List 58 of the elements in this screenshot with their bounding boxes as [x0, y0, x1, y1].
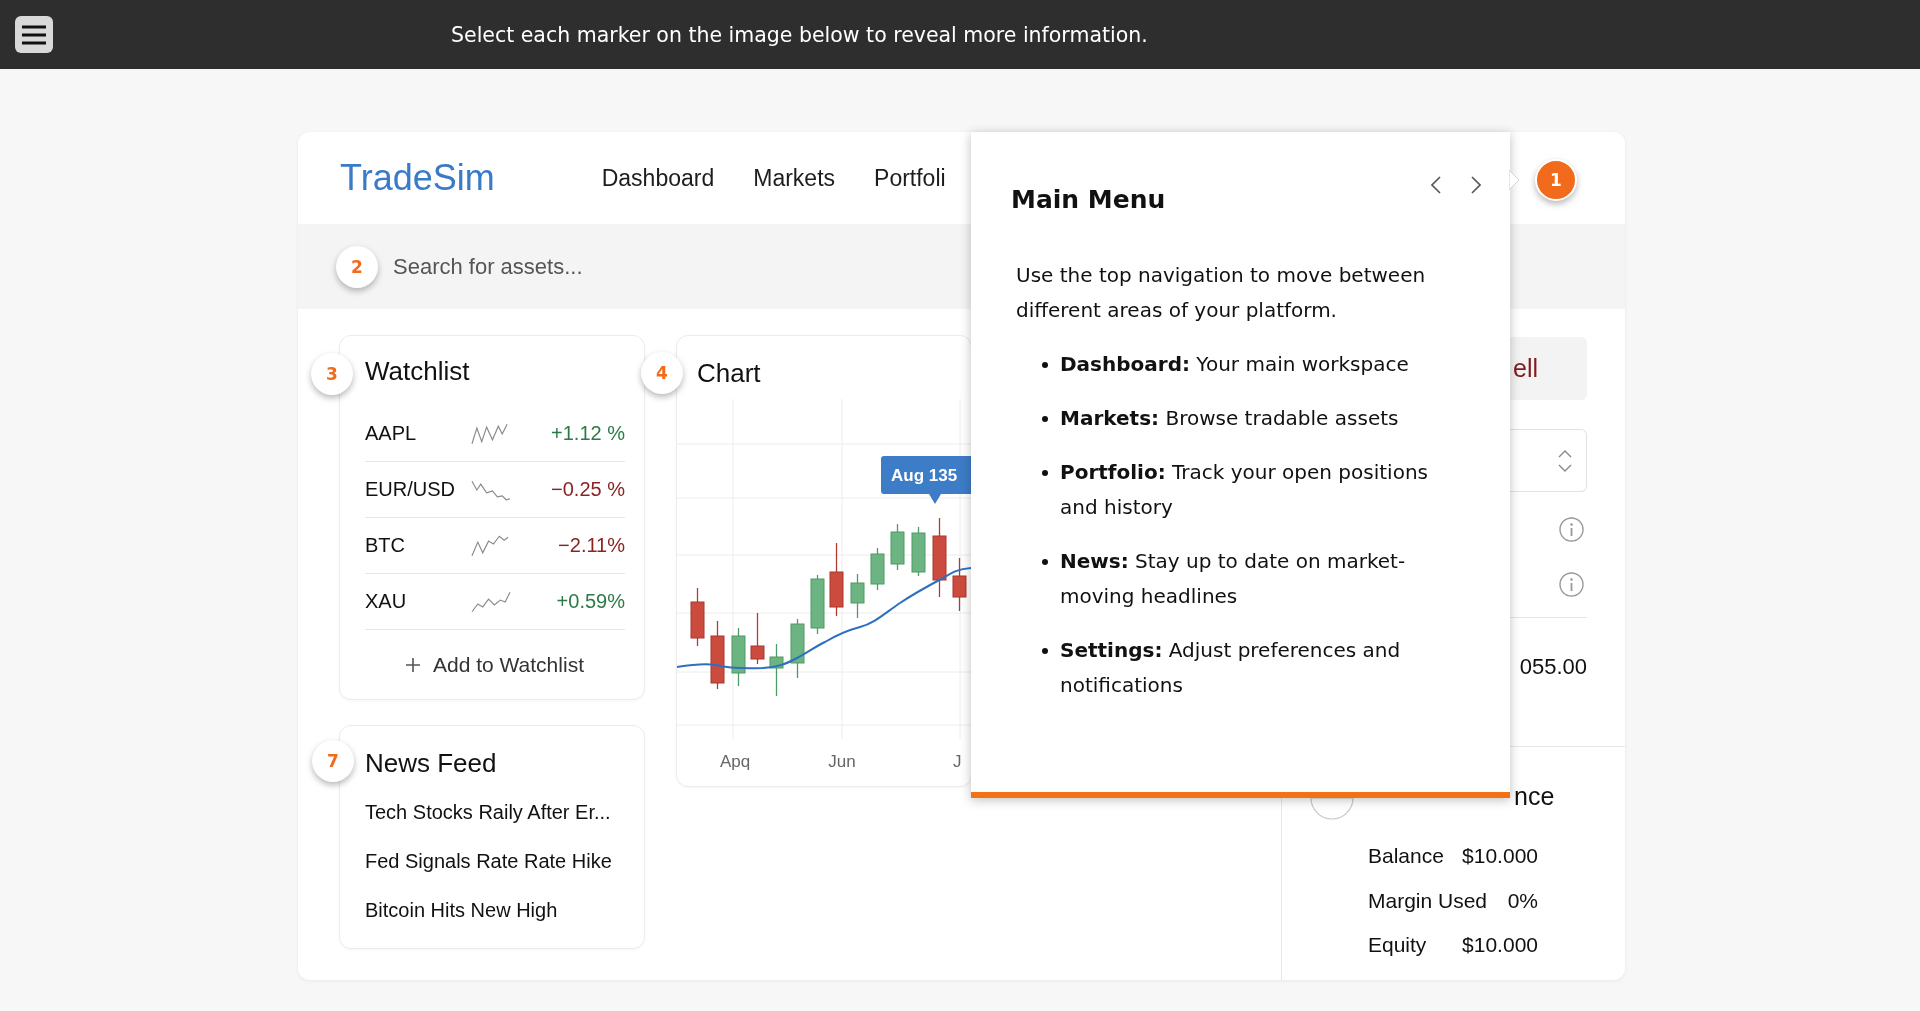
asset-symbol: BTC — [365, 534, 406, 557]
axis-label: Jun — [828, 752, 856, 771]
axis-label: Apq — [719, 752, 751, 771]
popup-text: Use the top navigation to move between different areas of your platform. — [1016, 262, 1427, 324]
list-item-text: News: Stay up to date on market-moving headlines — [1060, 548, 1407, 610]
panel-title: nce — [1514, 781, 1556, 811]
sparkline — [471, 421, 511, 446]
menu-icon — [21, 24, 47, 45]
price-change: +0.59% — [556, 590, 625, 613]
list-item-text: Markets: Browse tradable assets — [1060, 405, 1400, 432]
nav-link[interactable]: Dashboard — [601, 164, 715, 192]
bullet-icon — [1042, 648, 1048, 654]
news-headline[interactable]: Fed Signals Rate Rate Hike — [365, 837, 625, 886]
chevron-right-icon — [1471, 176, 1481, 194]
info-icon — [1559, 572, 1584, 597]
balance-value: $10.000 — [1462, 933, 1538, 958]
sparkline — [471, 533, 511, 558]
axis-label: J — [953, 752, 962, 771]
list-item-text: Portfolio: Track your open positions and history — [1060, 459, 1429, 521]
plus-icon — [406, 657, 420, 672]
logo: TradeSim — [340, 157, 495, 199]
balance-label: Equity — [1368, 933, 1427, 958]
chart-tooltip: Aug 135 — [881, 456, 971, 504]
price-change: +1.12 % — [551, 422, 625, 445]
asset-symbol: EUR/USD — [365, 478, 456, 501]
list-item-text: Settings: Adjust preferences and notifications — [1060, 637, 1402, 699]
popup-title: Main Menu — [1011, 185, 1167, 215]
menu-button[interactable] — [15, 16, 53, 53]
instruction-text: Select each marker on the image below to reveal more information. — [451, 22, 1148, 47]
nav-link[interactable]: Markets — [753, 164, 836, 192]
panel-title: Watchlist — [365, 356, 471, 386]
asset-symbol: AAPL — [365, 422, 418, 445]
news-headline[interactable]: Bitcoin Hits New High — [365, 886, 625, 935]
panel-title: Chart — [697, 358, 762, 388]
bullet-icon — [1042, 470, 1048, 476]
balance-label: Margin Used — [1368, 888, 1488, 913]
asset-symbol: XAU — [365, 590, 408, 613]
sparkline — [471, 589, 511, 614]
list-item-text: Dashboard: Your main workspace — [1060, 351, 1410, 378]
balance-label: Balance — [1368, 844, 1444, 869]
price-change: −0.25 % — [551, 478, 625, 501]
search-field[interactable]: Search for assets... — [393, 246, 953, 287]
select-field[interactable] — [1510, 429, 1587, 492]
news-headline[interactable]: Tech Stocks Raily After Er... — [365, 788, 625, 837]
price-change: −2.11% — [558, 534, 625, 557]
nav-link[interactable]: Portfoli — [874, 164, 946, 192]
info-icon — [1559, 517, 1584, 542]
balance-value: $10.000 — [1462, 844, 1538, 869]
total-value: 055.00 — [1519, 654, 1587, 679]
bullet-icon — [1042, 559, 1048, 565]
panel-title: News Feed — [365, 748, 498, 778]
chevron-updown-icon — [1558, 448, 1572, 473]
bullet-icon — [1042, 362, 1048, 368]
chevron-left-icon — [1431, 176, 1441, 194]
sell-button[interactable]: ell — [1510, 337, 1587, 400]
bullet-icon — [1042, 416, 1048, 422]
balance-value: 0% — [1507, 888, 1538, 913]
add-watchlist-button[interactable]: Add to Watchlist — [365, 630, 625, 699]
